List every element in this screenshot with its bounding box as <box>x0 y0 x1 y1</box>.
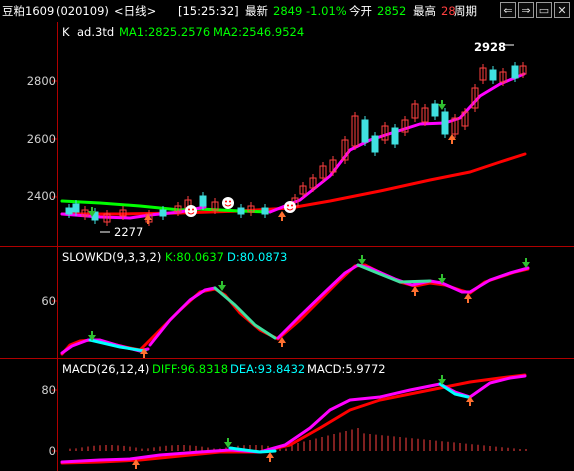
macd-axis-tick: 0 <box>48 444 56 458</box>
chart-canvas[interactable] <box>0 0 574 471</box>
smiley-icon-eye <box>291 204 293 207</box>
k-axis-tick: 2400 <box>26 189 56 203</box>
smiley-icon-eye <box>192 208 194 211</box>
max-price-label: 2928 <box>474 40 507 54</box>
smiley-icon-eye <box>229 200 231 203</box>
candlestick <box>199 195 207 207</box>
candlestick <box>489 69 497 81</box>
smiley-icon <box>185 205 197 217</box>
smiley-icon <box>284 201 296 213</box>
ma1-label: MA1:2825.2576 <box>119 25 211 39</box>
k-axis-tick: 2600 <box>26 132 56 146</box>
macd-diff-label: DIFF:96.8318 <box>152 362 229 376</box>
smiley-icon-eye <box>188 208 190 211</box>
k-indicator-name: ad.3td <box>77 25 115 39</box>
candlestick <box>371 135 379 153</box>
macd-panel-title: MACD(26,12,4) <box>62 362 150 376</box>
macd-value-label: MACD:5.9772 <box>307 362 386 376</box>
smiley-icon <box>222 197 234 209</box>
candlestick <box>72 203 80 213</box>
macd-axis-tick: 80 <box>41 383 56 397</box>
min-price-label: 2277 <box>114 225 144 239</box>
candlestick <box>261 207 269 215</box>
candlestick <box>441 111 449 135</box>
candlestick <box>391 127 399 145</box>
candlestick <box>237 207 245 215</box>
ma2-label: MA2:2546.9524 <box>213 25 305 39</box>
kd-panel-title: SLOWKD(9,3,3,2) <box>62 250 162 264</box>
smiley-icon-eye <box>225 200 227 203</box>
kd-d-label: D:80.0873 <box>227 250 288 264</box>
candlestick <box>511 65 519 79</box>
kd-axis-tick: 60 <box>41 294 56 308</box>
macd-dea-label: DEA:93.8432 <box>230 362 306 376</box>
smiley-icon-eye <box>287 204 289 207</box>
candlestick <box>65 207 73 215</box>
candlestick <box>159 209 167 217</box>
kd-k-label: K:80.0637 <box>165 250 224 264</box>
k-axis-tick: 2800 <box>26 74 56 88</box>
candlestick <box>361 119 369 143</box>
candlestick <box>431 103 439 117</box>
k-panel-title: K <box>62 25 70 39</box>
